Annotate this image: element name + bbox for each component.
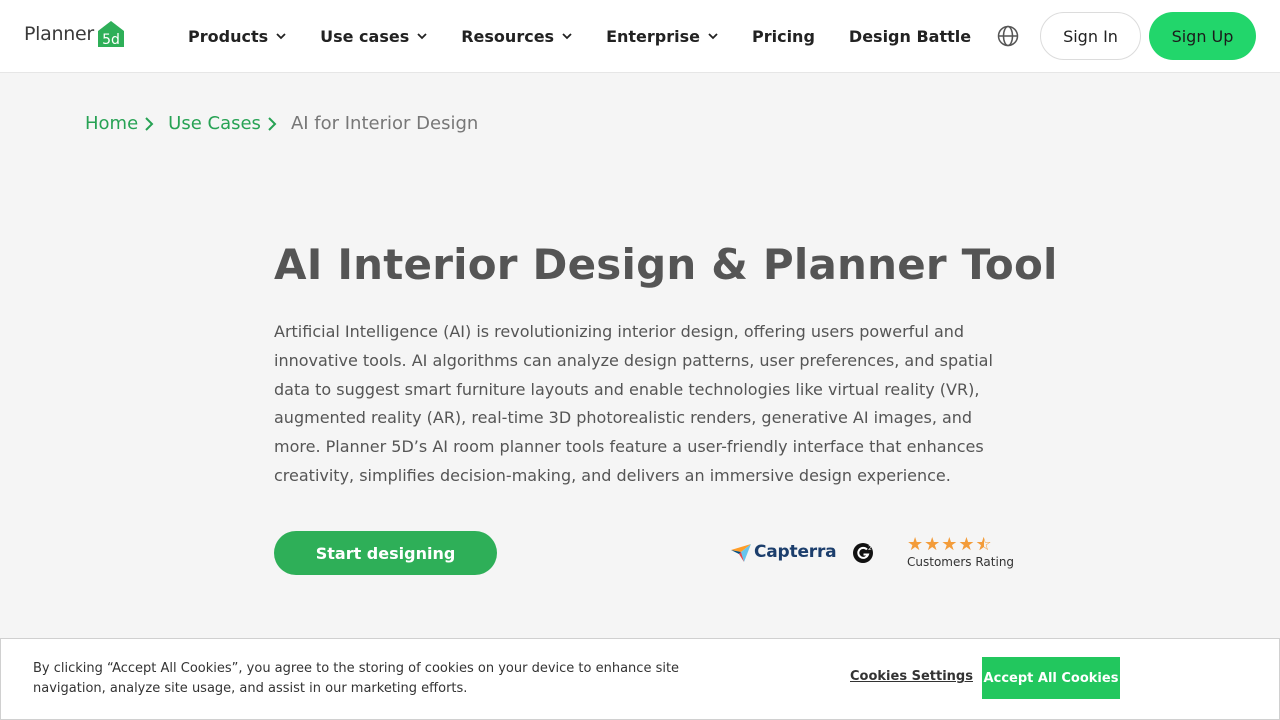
nav-products[interactable]: Products [188,27,286,46]
svg-text:2: 2 [868,545,872,552]
breadcrumb-current: AI for Interior Design [290,113,479,134]
customer-rating: ★ ★ ★ ★ ☆ ★ Customers Rating [907,535,1015,570]
site-header: Planner 5d Products Use cases Resources … [0,0,1280,73]
rating-stars: ★ ★ ★ ★ ☆ ★ [907,535,1014,555]
breadcrumb-use-cases[interactable]: Use Cases [168,113,261,134]
nav-pricing[interactable]: Pricing [752,27,815,46]
sign-in-button[interactable]: Sign In [1040,12,1141,60]
globe-icon[interactable] [996,24,1020,48]
page-title: AI Interior Design & Planner Tool [274,240,1058,289]
star-icon: ★ [958,534,976,555]
nav-enterprise-label: Enterprise [606,27,700,46]
star-icon: ★ [907,534,925,555]
logo-mark-text: 5d [102,32,120,48]
nav-pricing-label: Pricing [751,27,815,46]
logo-wordmark: Planner [24,23,94,45]
half-star-icon: ☆ ★ [975,534,993,555]
capterra-label: Capterra [754,542,837,562]
chevron-right-icon [144,116,154,132]
cookies-settings-link[interactable]: Cookies Settings [850,669,973,684]
chevron-down-icon [417,33,427,40]
chevron-down-icon [708,33,718,40]
capterra-logo-icon [731,544,751,562]
logo-house-icon: 5d [97,21,124,48]
nav-resources[interactable]: Resources [461,27,572,46]
breadcrumb-home[interactable]: Home [85,113,138,134]
sign-up-button[interactable]: Sign Up [1149,12,1256,60]
star-icon: ★ [924,534,942,555]
cookie-message: By clicking “Accept All Cookies”, you ag… [33,661,680,696]
g2-icon[interactable]: 2 [852,542,874,564]
nav-resources-label: Resources [461,27,555,46]
start-designing-button[interactable]: Start designing [274,531,497,575]
rating-label: Customers Rating [907,555,1015,569]
nav-design-battle[interactable]: Design Battle [849,27,971,46]
nav-enterprise[interactable]: Enterprise [606,27,718,46]
chevron-down-icon [276,33,286,40]
accept-cookies-button[interactable]: Accept All Cookies [982,657,1120,699]
capterra-badge[interactable]: Capterra [730,541,837,563]
breadcrumb: Home Use Cases AI for Interior Design [85,113,478,134]
nav-use-cases[interactable]: Use cases [320,27,427,46]
main-nav: Products Use cases Resources Enterprise … [188,0,1005,73]
star-icon: ★ [941,534,959,555]
nav-use-cases-label: Use cases [320,27,410,46]
planner5d-logo[interactable]: Planner 5d [24,18,126,50]
chevron-right-icon [267,116,277,132]
hero-description: Artificial Intelligence (AI) is revoluti… [274,322,993,485]
chevron-down-icon [562,33,572,40]
nav-design-battle-label: Design Battle [848,27,972,46]
cookie-banner: By clicking “Accept All Cookies”, you ag… [0,638,1280,720]
nav-products-label: Products [188,27,269,46]
